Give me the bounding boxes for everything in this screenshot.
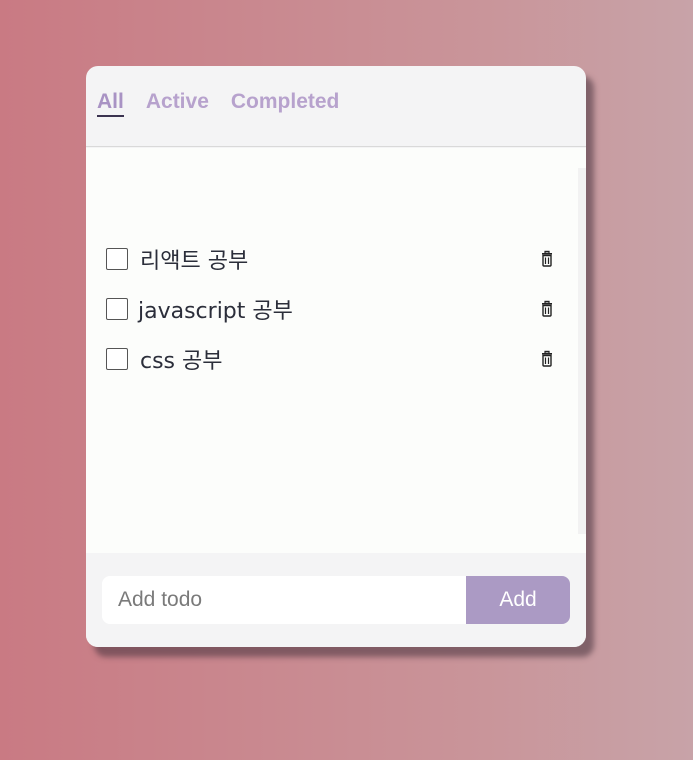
- todo-text: css 공부: [140, 349, 223, 374]
- trash-icon[interactable]: [538, 350, 556, 368]
- tab-active[interactable]: Active: [146, 90, 209, 115]
- tab-completed[interactable]: Completed: [231, 90, 340, 115]
- trash-icon[interactable]: [538, 250, 556, 268]
- todo-checkbox[interactable]: [106, 248, 128, 270]
- todo-item: 리액트 공부: [106, 246, 556, 274]
- todo-text: javascript 공부: [138, 299, 293, 324]
- add-button[interactable]: Add: [466, 576, 570, 624]
- todo-list: 리액트 공부 javascript 공부 css 공부: [86, 148, 586, 553]
- add-todo-input[interactable]: [102, 576, 466, 624]
- todo-item: javascript 공부: [106, 296, 556, 324]
- todo-card: All Active Completed 리액트 공부 javascript 공…: [86, 66, 586, 647]
- todo-checkbox[interactable]: [106, 298, 128, 320]
- todo-checkbox[interactable]: [106, 348, 128, 370]
- trash-icon[interactable]: [538, 300, 556, 318]
- list-scrollbar[interactable]: [578, 168, 586, 534]
- todo-text: 리액트 공부: [140, 249, 249, 274]
- todo-item: css 공부: [106, 346, 556, 374]
- filter-header: All Active Completed: [86, 66, 586, 147]
- add-todo-form: Add: [86, 553, 586, 647]
- tab-all[interactable]: All: [97, 90, 124, 117]
